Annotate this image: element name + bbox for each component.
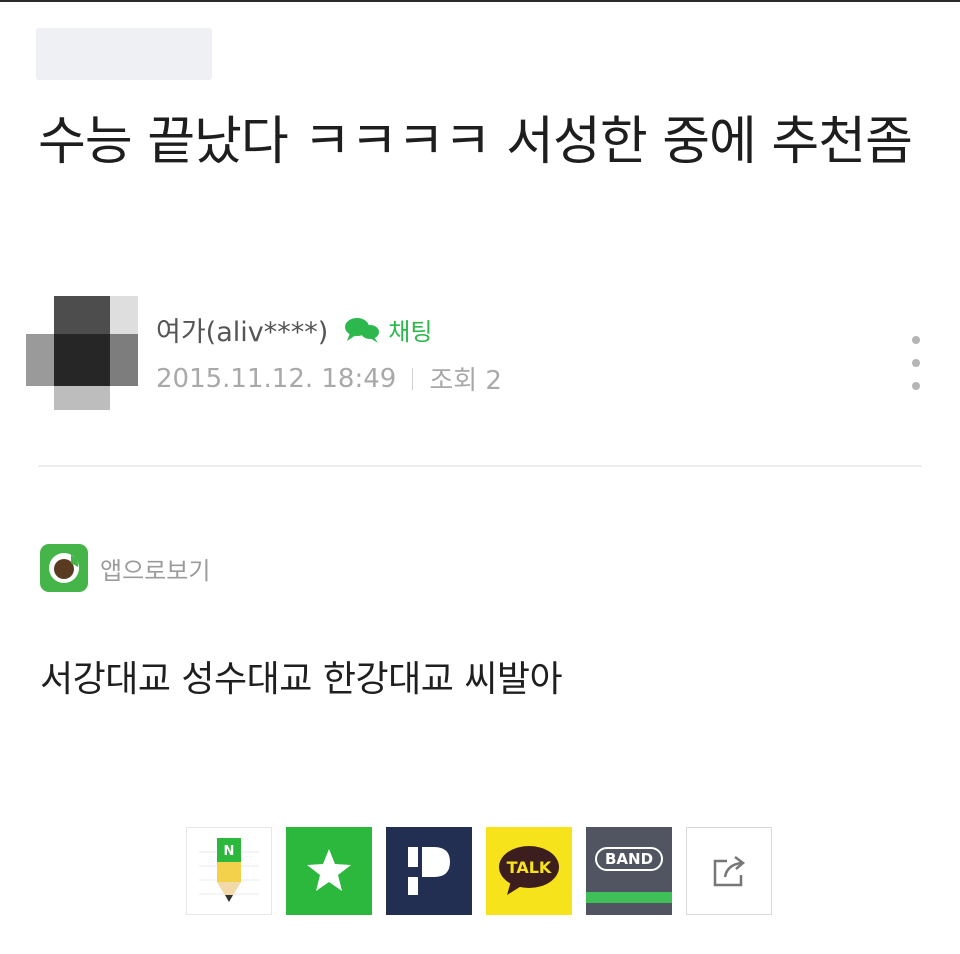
post-meta: 2015.11.12. 18:49 조회 2	[156, 360, 502, 397]
avatar[interactable]	[26, 296, 138, 410]
band-stripe	[586, 892, 672, 903]
author-info: 여가(aliv****) 채팅 2015.11.12. 18:49 조회 2	[26, 296, 936, 412]
share-band-button[interactable]: BAND	[586, 827, 672, 915]
bookmark-star-icon	[307, 849, 351, 891]
share-blog-button[interactable]: N	[186, 827, 272, 915]
share-kakaotalk-button[interactable]: TALK	[486, 827, 572, 915]
chat-button[interactable]: 채팅	[344, 312, 432, 347]
post-body: 서강대교 성수대교 한강대교 씨발아	[40, 659, 563, 700]
cafe-app-icon	[40, 544, 88, 592]
view-count: 조회 2	[429, 366, 502, 396]
post-title: 수능 끝났다 ㅋㅋㅋㅋ 서성한 중에 추천좀	[38, 112, 913, 172]
author-name[interactable]: 여가(aliv****)	[156, 310, 328, 349]
chat-label: 채팅	[388, 318, 433, 346]
more-dot-icon	[912, 336, 920, 344]
svg-text:TALK: TALK	[507, 858, 552, 877]
svg-text:N: N	[224, 844, 235, 859]
blurred-category-label	[36, 28, 212, 80]
app-view-link[interactable]: 앱으로보기	[40, 544, 210, 592]
share-bookmark-button[interactable]	[286, 827, 372, 915]
chat-bubble-icon	[345, 317, 380, 343]
share-bar: N TALK BAND	[186, 827, 772, 917]
top-border	[0, 0, 960, 2]
more-options-button[interactable]	[904, 336, 928, 390]
share-export-button[interactable]	[686, 827, 772, 915]
meta-separator	[412, 367, 414, 390]
more-dot-icon	[912, 382, 920, 390]
author-name-line: 여가(aliv****) 채팅	[156, 310, 432, 349]
blog-icon: N	[199, 838, 259, 902]
share-export-icon	[713, 856, 745, 887]
app-view-label: 앱으로보기	[100, 556, 211, 585]
divider	[38, 465, 922, 467]
share-pholar-button[interactable]	[386, 827, 472, 915]
more-dot-icon	[912, 359, 920, 367]
post-date: 2015.11.12. 18:49	[156, 363, 397, 394]
band-icon: BAND	[594, 847, 664, 871]
pholar-icon	[408, 847, 450, 895]
kakaotalk-icon: TALK	[499, 846, 559, 895]
